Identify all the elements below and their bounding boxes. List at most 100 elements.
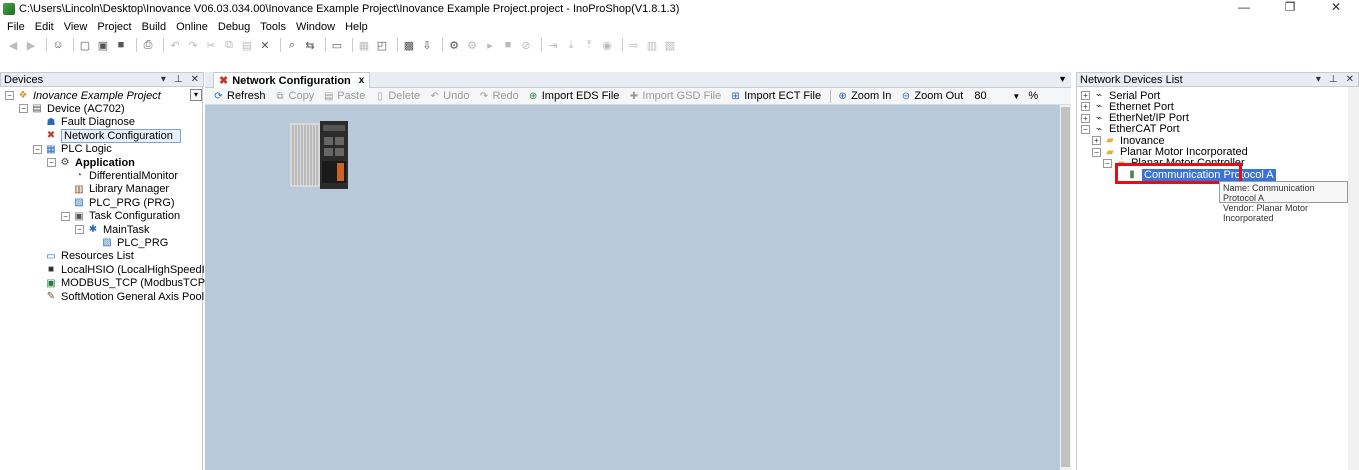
window-icon[interactable]: ▭ — [330, 38, 344, 52]
tab-close-icon[interactable]: x — [359, 75, 365, 86]
logout-icon[interactable]: ⚙ — [465, 38, 479, 52]
menu-debug[interactable]: Debug — [213, 21, 255, 33]
import-ect-button[interactable]: ⊞ Import ECT File — [730, 90, 822, 102]
collapse-icon[interactable]: − — [5, 91, 14, 100]
start-icon[interactable]: ▸ — [483, 38, 497, 52]
panel-menu-icon[interactable]: ▾ — [161, 73, 166, 86]
expand-icon[interactable]: + — [1081, 102, 1090, 112]
devices-tree-item[interactable]: − ▤ Device (AC702) — [19, 102, 125, 115]
force-icon[interactable]: ⇨ — [627, 38, 641, 52]
step-into-icon[interactable]: ⤓ — [564, 38, 578, 52]
collapse-icon[interactable]: − — [1103, 158, 1112, 168]
devices-tree-item[interactable]: − ▣ Task Configuration — [61, 210, 180, 223]
reset-icon[interactable]: ⊘ — [519, 38, 533, 52]
plc-device-image[interactable] — [290, 121, 348, 189]
paste-button[interactable]: ▤ Paste — [323, 90, 365, 102]
menu-online[interactable]: Online — [171, 21, 213, 33]
download-icon[interactable]: ⇩ — [420, 38, 434, 52]
devices-tree-item[interactable]: ✎ SoftMotion General Axis Pool — [33, 290, 204, 303]
devices-tree-item[interactable]: − ❖ Inovance Example Project — [5, 89, 161, 102]
menu-help[interactable]: Help — [340, 21, 373, 33]
pin-icon[interactable]: ⊥ — [1329, 73, 1338, 86]
panel-menu-icon[interactable]: ▾ — [1316, 73, 1321, 86]
paste-icon[interactable]: ▤ — [240, 38, 254, 52]
maximize-button[interactable]: ❐ — [1267, 0, 1313, 17]
expand-icon[interactable]: + — [1092, 136, 1101, 146]
menu-tools[interactable]: Tools — [255, 21, 291, 33]
right-panel-scrollbar[interactable] — [1348, 87, 1359, 470]
devices-tree-item[interactable]: ▭ Resources List — [33, 250, 134, 263]
devices-tree-item[interactable]: ◔ DifferentialMonitor — [61, 169, 178, 182]
devices-tree-item[interactable]: ▧ PLC_PRG (PRG) — [61, 196, 174, 209]
collapse-icon[interactable]: − — [75, 225, 84, 234]
user-icon[interactable]: ☺ — [51, 38, 65, 52]
devices-tree-item[interactable]: − ▦ PLC Logic — [33, 143, 112, 156]
zoom-in-label: Zoom In — [851, 90, 892, 102]
devices-tree-item[interactable]: − ✱ MainTask — [75, 223, 149, 236]
chevron-down-icon[interactable]: ▾ — [190, 89, 202, 101]
forward-icon[interactable]: ▶ — [24, 38, 38, 52]
step-out-icon[interactable]: ⤒ — [582, 38, 596, 52]
breakpoint-icon[interactable]: ◉ — [600, 38, 614, 52]
collapse-icon[interactable]: − — [47, 158, 56, 167]
import-eds-button[interactable]: ⊕ Import EDS File — [528, 90, 619, 102]
collapse-icon[interactable]: − — [1092, 147, 1101, 157]
devices-tree-item[interactable]: ✖ Network Configuration — [33, 128, 181, 143]
panel-close-icon[interactable]: ✕ — [1346, 73, 1354, 86]
zoom-level-select[interactable]: 80 ▼ — [972, 89, 1022, 103]
menu-file[interactable]: File — [0, 21, 30, 33]
zoom-in-button[interactable]: ⊕ Zoom In — [837, 90, 891, 102]
tab-list-dropdown-icon[interactable]: ▼ — [1058, 74, 1067, 84]
expand-icon[interactable]: + — [1081, 113, 1090, 123]
collapse-icon[interactable]: − — [61, 211, 70, 221]
panel-close-icon[interactable]: ✕ — [191, 73, 199, 86]
undo-button[interactable]: ↶ Undo — [429, 90, 469, 102]
canvas-vertical-scrollbar[interactable] — [1060, 105, 1071, 470]
menu-build[interactable]: Build — [137, 21, 171, 33]
write-values-icon[interactable]: ▥ — [645, 38, 659, 52]
zoom-out-button[interactable]: ⊖ Zoom Out — [900, 90, 964, 102]
save-icon[interactable]: ■ — [114, 38, 128, 52]
import-gsd-button[interactable]: ✚ Import GSD File — [628, 90, 722, 102]
pin-icon[interactable]: ⊥ — [174, 73, 183, 86]
back-icon[interactable]: ◀ — [6, 38, 20, 52]
undo-icon[interactable]: ↶ — [168, 38, 182, 52]
scrollbar-thumb[interactable] — [1061, 107, 1070, 467]
refresh-button[interactable]: ⟳ Refresh — [213, 90, 265, 102]
print-icon[interactable]: ⎙ — [141, 38, 155, 52]
build-icon[interactable]: ▩ — [402, 38, 416, 52]
cut-icon[interactable]: ✂ — [204, 38, 218, 52]
step-over-icon[interactable]: ⇥ — [546, 38, 560, 52]
add-object-icon[interactable]: ◰ — [375, 38, 389, 52]
monitor-values-icon[interactable]: ▧ — [663, 38, 677, 52]
tab-network-configuration[interactable]: ✖ Network Configuration x — [213, 72, 371, 88]
menu-edit[interactable]: Edit — [30, 21, 59, 33]
devices-tree-item[interactable]: ■ LocalHSIO (LocalHighSpeedIO) — [33, 263, 217, 276]
delete-icon[interactable]: ✕ — [258, 38, 272, 52]
menu-view[interactable]: View — [59, 21, 93, 33]
delete-button[interactable]: ▯ Delete — [374, 90, 420, 102]
redo-button[interactable]: ↷ Redo — [478, 90, 519, 102]
collapse-icon[interactable]: − — [1081, 124, 1090, 134]
devices-tree-item[interactable]: ☗ Fault Diagnose — [33, 116, 135, 129]
new-project-icon[interactable]: ▢ — [78, 38, 92, 52]
devices-tree-item[interactable]: − ⚙ Application — [47, 156, 135, 169]
devices-tree-item[interactable]: ▧ PLC_PRG — [89, 236, 168, 249]
login-icon[interactable]: ⚙ — [447, 38, 461, 52]
collapse-icon[interactable]: − — [33, 144, 42, 154]
menu-project[interactable]: Project — [92, 21, 136, 33]
redo-icon[interactable]: ↷ — [186, 38, 200, 52]
open-project-icon[interactable]: ▣ — [96, 38, 110, 52]
collapse-icon[interactable]: − — [19, 104, 28, 114]
devices-tree-item[interactable]: ▥ Library Manager — [61, 183, 169, 196]
stop-icon[interactable]: ■ — [501, 38, 515, 52]
copy-icon[interactable]: ⧉ — [222, 38, 236, 52]
expand-icon[interactable]: + — [1081, 91, 1090, 100]
minimize-button[interactable]: — — [1221, 0, 1267, 17]
find-icon[interactable]: ⌕ — [285, 38, 299, 52]
close-window-button[interactable]: ✕ — [1313, 0, 1359, 17]
menu-window[interactable]: Window — [291, 21, 340, 33]
object-icon[interactable]: ▦ — [357, 38, 371, 52]
replace-icon[interactable]: ⇆ — [303, 38, 317, 52]
copy-button[interactable]: ⧉ Copy — [275, 90, 314, 102]
